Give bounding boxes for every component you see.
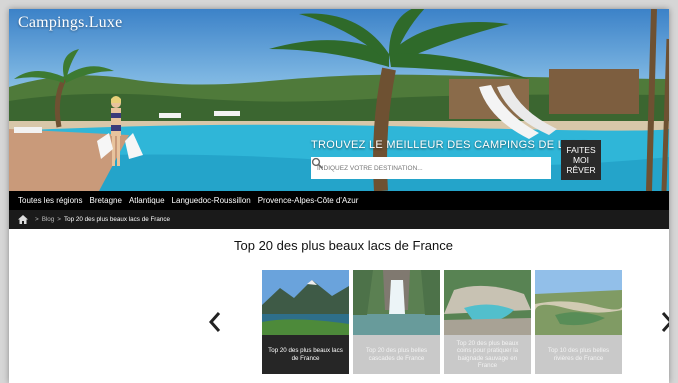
search-field — [311, 157, 551, 180]
related-articles-carousel: Top 20 des plus beaux lacs de France Top… — [262, 270, 622, 374]
article-card-waterfalls[interactable]: Top 20 des plus belles cascades de Franc… — [353, 270, 440, 374]
region-nav: Toutes les régions Bretagne Atlantique L… — [9, 191, 669, 210]
page-frame: Campings.Luxe Trouvez le meilleur des ca… — [9, 9, 669, 383]
nav-item-paca[interactable]: Provence-Alpes-Côte d'Azur — [258, 196, 359, 205]
article-thumbnail-rivers — [535, 270, 622, 335]
home-icon[interactable] — [18, 215, 28, 224]
article-thumbnail-lakes — [262, 270, 349, 335]
breadcrumb-current: Top 20 des plus beaux lacs de France — [63, 216, 171, 223]
breadcrumb-separator: > — [57, 216, 61, 223]
search-panel: Trouvez le meilleur des campings de luxe — [311, 139, 588, 180]
nav-item-atlantique[interactable]: Atlantique — [129, 196, 165, 205]
article-thumbnail-waterfalls — [353, 270, 440, 335]
article-thumbnail-wild-swimming — [444, 270, 531, 335]
article-card-wild-swimming[interactable]: Top 20 des plus beaux coins pour pratiqu… — [444, 270, 531, 374]
article-caption: Top 20 des plus belles cascades de Franc… — [353, 335, 440, 374]
brand-logo[interactable]: Campings.Luxe — [18, 14, 122, 32]
breadcrumb: > Blog > Top 20 des plus beaux lacs de F… — [9, 210, 669, 229]
nav-item-languedoc[interactable]: Languedoc-Roussillon — [172, 196, 251, 205]
dream-button[interactable]: FAITES MOI RÊVER — [561, 140, 601, 180]
search-icon[interactable] — [311, 157, 323, 169]
search-title: Trouvez le meilleur des campings de luxe — [311, 139, 588, 151]
chevron-left-icon[interactable] — [208, 311, 222, 333]
nav-item-all-regions[interactable]: Toutes les régions — [18, 196, 82, 205]
breadcrumb-separator: > — [35, 216, 39, 223]
article-caption: Top 10 des plus belles rivières de Franc… — [535, 335, 622, 374]
destination-input[interactable] — [311, 157, 526, 180]
article-caption: Top 20 des plus beaux coins pour pratiqu… — [444, 335, 531, 374]
article-card-lakes[interactable]: Top 20 des plus beaux lacs de France — [262, 270, 349, 374]
chevron-right-icon[interactable] — [660, 311, 669, 333]
page-title: Top 20 des plus beaux lacs de France — [234, 238, 453, 253]
article-card-rivers[interactable]: Top 10 des plus belles rivières de Franc… — [535, 270, 622, 374]
article-caption: Top 20 des plus beaux lacs de France — [262, 335, 349, 374]
hero-banner: Campings.Luxe Trouvez le meilleur des ca… — [9, 9, 669, 191]
nav-item-bretagne[interactable]: Bretagne — [89, 196, 121, 205]
breadcrumb-blog[interactable]: Blog — [42, 216, 55, 223]
